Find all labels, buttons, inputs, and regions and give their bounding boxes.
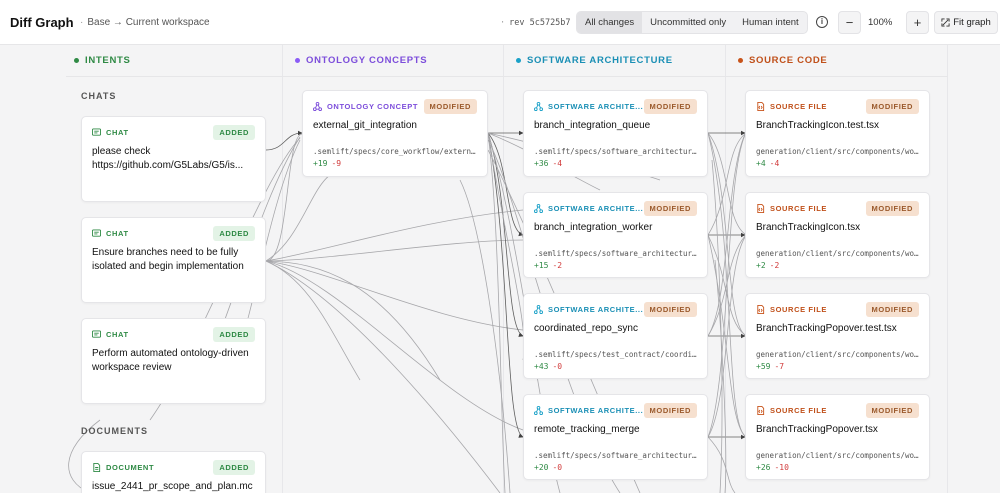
card-title: external_git_integration — [313, 120, 417, 131]
card-path: generation/client/src/components/workspa… — [756, 249, 921, 258]
zoom-in-button[interactable]: + — [906, 11, 929, 34]
card-title: BranchTrackingPopover.tsx — [756, 424, 878, 435]
card-path: .semlift/specs/software_architecture/bra… — [534, 249, 699, 258]
intent-card-chat[interactable]: CHAT ADDED please check https://github.c… — [81, 116, 266, 202]
zoom-level: 100% — [868, 17, 893, 28]
status-badge: ADDED — [213, 460, 255, 475]
intent-card-document[interactable]: DOCUMENT ADDED issue_2441_pr_scope_and_p… — [81, 451, 266, 493]
diff-stats: +36 -4 — [534, 159, 563, 168]
card-title: Ensure branches need to be fully isolate… — [92, 247, 244, 272]
card-title: remote_tracking_merge — [534, 424, 640, 435]
zoom-out-button[interactable]: − — [838, 11, 861, 34]
architecture-icon — [534, 406, 543, 415]
diff-stats: +4 -4 — [756, 159, 780, 168]
file-code-icon — [757, 204, 765, 213]
diff-stats: +43 -0 — [534, 362, 563, 371]
toolbar: Diff Graph · Base → Current workspace · re… — [0, 0, 1000, 45]
filter-human-intent[interactable]: Human intent — [734, 12, 807, 33]
card-title: BranchTrackingIcon.test.tsx — [756, 120, 880, 131]
status-badge: MODIFIED — [643, 201, 697, 216]
info-icon[interactable]: i — [816, 16, 828, 28]
chat-icon — [92, 330, 101, 338]
status-badge: MODIFIED — [865, 201, 919, 216]
architecture-icon — [534, 204, 543, 213]
file-code-icon — [757, 305, 765, 314]
card-title: branch_integration_queue — [534, 120, 651, 131]
status-badge: MODIFIED — [865, 99, 919, 114]
fit-graph-button[interactable]: Fit graph — [934, 11, 998, 34]
diff-stats: +19 -9 — [313, 159, 342, 168]
chat-icon — [92, 229, 101, 237]
card-path: .semlift/specs/test_contract/coordinated… — [534, 350, 699, 359]
file-code-icon — [757, 406, 765, 415]
status-badge: MODIFIED — [423, 99, 477, 114]
card-path: .semlift/specs/core_workflow/external_gi… — [313, 147, 479, 156]
chat-icon — [92, 128, 101, 136]
status-badge: MODIFIED — [865, 302, 919, 317]
card-title: BranchTrackingPopover.test.tsx — [756, 323, 897, 334]
card-path: .semlift/specs/software_architecture/bra… — [534, 147, 699, 156]
section-documents: DOCUMENTS — [81, 426, 148, 436]
card-path: generation/client/src/components/workspa… — [756, 147, 921, 156]
status-badge: ADDED — [213, 125, 255, 140]
filter-all-changes[interactable]: All changes — [577, 12, 643, 33]
card-path: generation/client/src/components/workspa… — [756, 350, 921, 359]
card-title: Perform automated ontology-driven worksp… — [92, 348, 249, 373]
source-file-card[interactable]: SOURCE FILE MODIFIED BranchTrackingPopov… — [745, 394, 930, 480]
source-file-card[interactable]: SOURCE FILE MODIFIED BranchTrackingIcon.… — [745, 192, 930, 278]
diff-stats: +59 -7 — [756, 362, 785, 371]
column-header-ontology: ONTOLOGY CONCEPTS — [295, 55, 427, 66]
ontology-concept-card[interactable]: ONTOLOGY CONCEPT MODIFIED external_git_i… — [302, 90, 488, 177]
file-code-icon — [757, 102, 765, 111]
status-badge: MODIFIED — [643, 99, 697, 114]
card-title: BranchTrackingIcon.tsx — [756, 222, 861, 233]
architecture-icon — [534, 305, 543, 314]
status-badge: MODIFIED — [643, 302, 697, 317]
card-title: issue_2441_pr_scope_and_plan.mc — [92, 481, 253, 492]
card-path: generation/client/src/components/workspa… — [756, 451, 921, 460]
architecture-icon — [534, 102, 543, 111]
revision-label: · rev 5c5725b7 — [500, 18, 571, 28]
diff-base-label: · Base → Current workspace — [80, 17, 210, 28]
status-badge: ADDED — [213, 327, 255, 342]
column-header-source: SOURCE CODE — [738, 55, 827, 66]
document-icon — [93, 463, 101, 472]
card-title: please check https://github.com/G5Labs/G… — [92, 146, 244, 171]
source-file-card[interactable]: SOURCE FILE MODIFIED BranchTrackingIcon.… — [745, 90, 930, 177]
status-badge: MODIFIED — [643, 403, 697, 418]
diff-stats: +26 -10 — [756, 463, 789, 472]
card-path: .semlift/specs/software_architecture/rem… — [534, 451, 699, 460]
architecture-card[interactable]: SOFTWARE ARCHITE... MODIFIED remote_trac… — [523, 394, 708, 480]
architecture-card[interactable]: SOFTWARE ARCHITE... MODIFIED branch_inte… — [523, 192, 708, 278]
diff-stats: +20 -0 — [534, 463, 563, 472]
page-title: Diff Graph — [10, 15, 74, 30]
expand-icon — [941, 18, 950, 27]
architecture-card[interactable]: SOFTWARE ARCHITE... MODIFIED coordinated… — [523, 293, 708, 379]
source-file-card[interactable]: SOURCE FILE MODIFIED BranchTrackingPopov… — [745, 293, 930, 379]
card-title: branch_integration_worker — [534, 222, 653, 233]
filter-uncommitted-only[interactable]: Uncommitted only — [642, 12, 734, 33]
change-filter: All changes Uncommitted only Human inten… — [576, 11, 808, 34]
status-badge: MODIFIED — [865, 403, 919, 418]
card-title: coordinated_repo_sync — [534, 323, 638, 334]
section-chats: CHATS — [81, 91, 117, 101]
intent-card-chat[interactable]: CHAT ADDED Perform automated ontology-dr… — [81, 318, 266, 404]
status-badge: ADDED — [213, 226, 255, 241]
column-header-architecture: SOFTWARE ARCHITECTURE — [516, 55, 673, 66]
column-header-intents: INTENTS — [74, 55, 131, 66]
architecture-card[interactable]: SOFTWARE ARCHITE... MODIFIED branch_inte… — [523, 90, 708, 177]
diff-stats: +15 -2 — [534, 261, 563, 270]
ontology-icon — [313, 102, 322, 111]
diff-stats: +2 -2 — [756, 261, 780, 270]
intent-card-chat[interactable]: CHAT ADDED Ensure branches need to be fu… — [81, 217, 266, 303]
